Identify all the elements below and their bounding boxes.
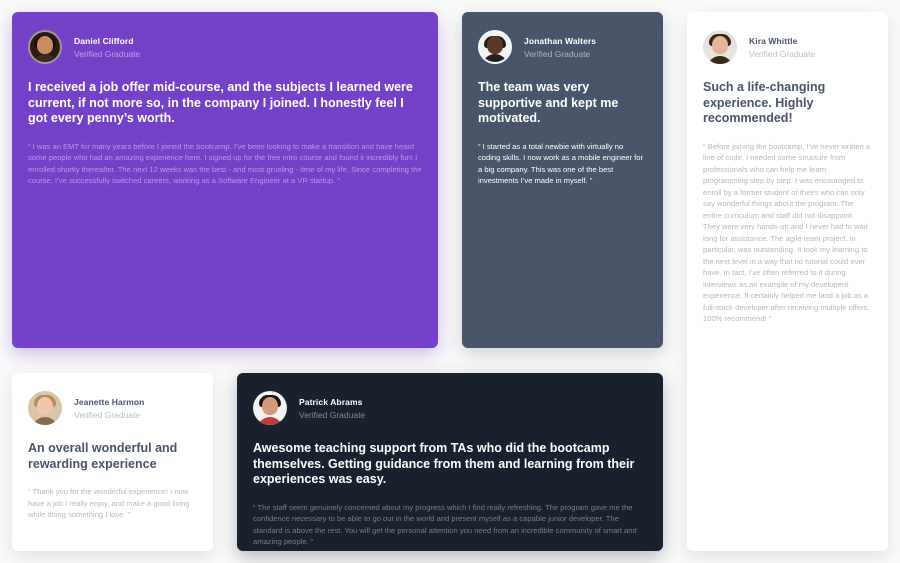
testimonial-headline: Such a life-changing experience. Highly … [703,80,826,125]
author-info: Jonathan Walters Verified Graduate [524,35,596,60]
author-name: Patrick Abrams [299,396,363,407]
testimonial-card-patrick: Patrick Abrams Verified Graduate Awesome… [237,373,663,551]
testimonial-header: Jeanette Harmon Verified Graduate [28,391,197,425]
author-info: Daniel Clifford Verified Graduate [74,35,140,60]
testimonial-card-kira: Kira Whittle Verified Graduate Such a li… [687,12,888,551]
person-avatar-icon [28,30,62,64]
author-role: Verified Graduate [74,409,141,420]
testimonial-quote: “ I started as a total newbie with virtu… [478,141,644,186]
author-role: Verified Graduate [524,48,591,59]
testimonial-quote: “ Thank you for the wonderful experience… [28,487,190,519]
author-name: Jeanette Harmon [74,396,145,407]
testimonial-header: Kira Whittle Verified Graduate [703,30,872,64]
author-name: Jonathan Walters [524,35,597,46]
author-role: Verified Graduate [74,48,141,59]
author-info: Kira Whittle Verified Graduate [749,35,815,60]
testimonial-header: Jonathan Walters Verified Graduate [478,30,647,64]
testimonial-card-daniel: Daniel Clifford Verified Graduate I rece… [12,12,438,348]
person-avatar-icon [478,30,512,64]
author-info: Patrick Abrams Verified Graduate [299,396,365,421]
testimonial-quote: “ I was an EMT for many years before I j… [28,141,422,186]
testimonial-header: Patrick Abrams Verified Graduate [253,391,647,425]
testimonial-headline: An overall wonderful and rewarding exper… [28,441,178,471]
author-name: Daniel Clifford [74,35,134,46]
testimonial-headline: Awesome teaching support from TAs who di… [253,441,635,486]
author-name: Kira Whittle [749,35,798,46]
person-avatar-icon [703,30,737,64]
testimonial-card-jonathan: Jonathan Walters Verified Graduate The t… [462,12,663,348]
author-info: Jeanette Harmon Verified Graduate [74,396,144,421]
testimonial-quote: “ The staff seem genuinely concerned abo… [253,502,637,547]
testimonial-headline: I received a job offer mid-course, and t… [28,80,413,125]
testimonial-card-jeanette: Jeanette Harmon Verified Graduate An ove… [12,373,213,551]
person-avatar-icon [28,391,62,425]
author-role: Verified Graduate [299,409,366,420]
testimonial-quote: “ Before joining the bootcamp, I’ve neve… [703,141,871,324]
testimonial-headline: The team was very supportive and kept me… [478,80,619,125]
author-role: Verified Graduate [749,48,816,59]
testimonial-header: Daniel Clifford Verified Graduate [28,30,422,64]
person-avatar-icon [253,391,287,425]
